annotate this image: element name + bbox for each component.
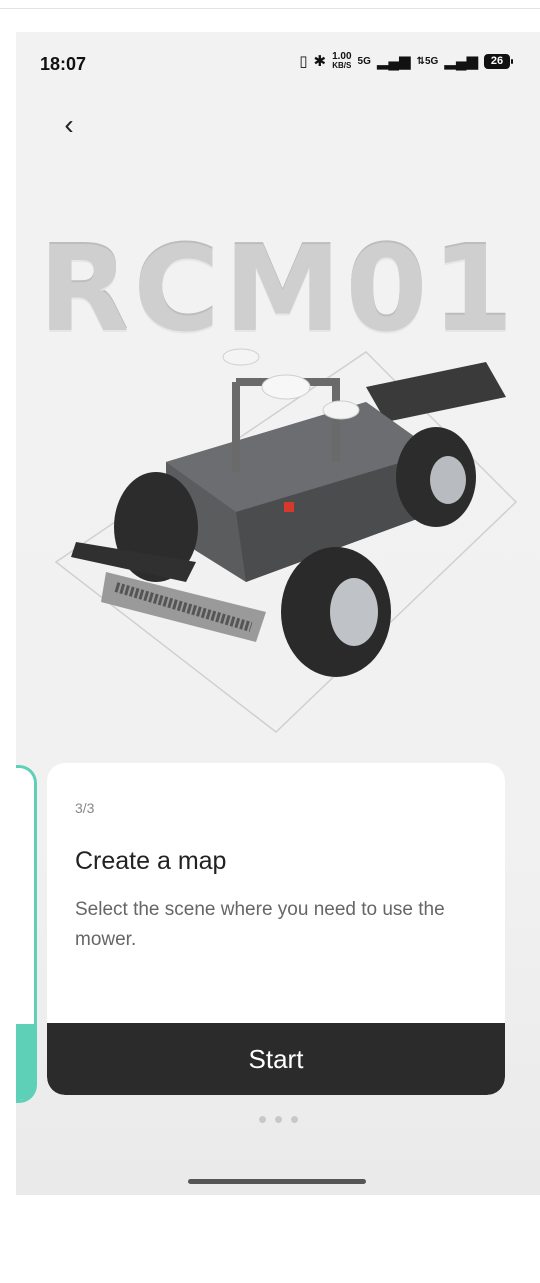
signal-strength-icon: ▂▄▆ [376,53,411,70]
page-dot [274,1116,282,1123]
network-speed-unit: KB/S [332,61,352,70]
status-icons: ▯ ✱ 1.00 KB/S 5G ▂▄▆ ⇅5G ▂▄▆ 26 [299,52,513,71]
page-dot [290,1116,298,1123]
card-title: Create a map [75,847,227,875]
page-dot [258,1116,266,1123]
card-description: Select the scene where you need to use t… [75,899,445,950]
bluetooth-icon: ✱ [313,53,327,70]
signal2-label: ⇅5G [416,55,439,67]
status-time: 18:07 [40,54,87,74]
start-button[interactable]: Start [47,1023,505,1095]
top-divider [0,8,540,9]
app-screen: 18:07 ▯ ✱ 1.00 KB/S 5G ▂▄▆ ⇅5G ▂▄▆ 26 ‹ … [16,32,540,1195]
mower-robot-image [54,348,518,733]
chevron-left-icon: ‹ [64,109,74,140]
back-button[interactable]: ‹ [54,109,84,140]
step-indicator: 3/3 [75,800,95,816]
vibrate-icon: ▯ [299,53,308,70]
status-bar: 18:07 ▯ ✱ 1.00 KB/S 5G ▂▄▆ ⇅5G ▂▄▆ 26 [16,32,540,92]
onboarding-card: 3/3 Create a map Select the scene where … [47,763,505,1095]
home-indicator[interactable] [188,1179,366,1184]
battery-icon: 26 [484,53,513,69]
signal1-label: 5G [357,55,371,67]
signal-strength-icon-2: ▂▄▆ [444,53,478,70]
page-indicator [16,1116,540,1123]
network-speed: 1.00 KB/S [332,52,352,71]
previous-card-button-peek [16,1024,37,1100]
